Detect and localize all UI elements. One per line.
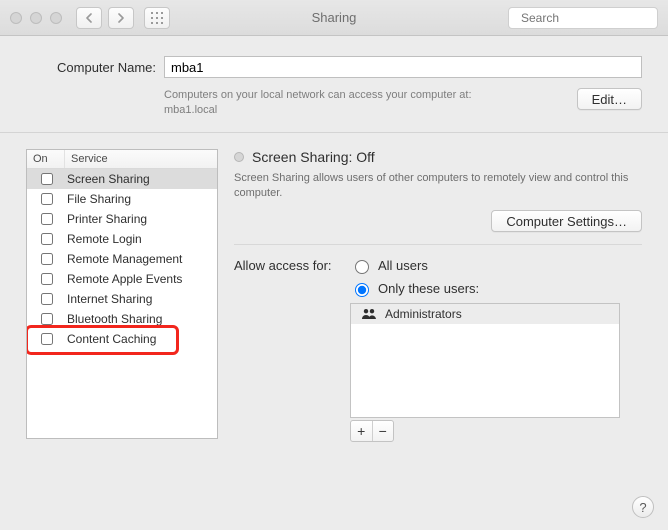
computer-name-help-text: Computers on your local network can acce… xyxy=(164,88,472,118)
service-row[interactable]: Remote Login xyxy=(27,229,217,249)
service-row[interactable]: Bluetooth Sharing xyxy=(27,309,217,329)
service-checkbox[interactable] xyxy=(41,193,53,205)
service-checkbox[interactable] xyxy=(41,253,53,265)
service-checkbox-cell xyxy=(27,190,65,208)
computer-name-sub-row: Computers on your local network can acce… xyxy=(26,88,642,118)
service-checkbox[interactable] xyxy=(41,313,53,325)
computer-name-row: Computer Name: xyxy=(26,56,642,78)
service-checkbox[interactable] xyxy=(41,293,53,305)
help-icon: ? xyxy=(639,500,646,515)
search-input[interactable] xyxy=(519,10,668,26)
help-button[interactable]: ? xyxy=(632,496,654,518)
divider-detail xyxy=(234,244,642,245)
service-checkbox[interactable] xyxy=(41,213,53,225)
search-field-wrap[interactable] xyxy=(508,7,658,29)
radio-all-users-input[interactable] xyxy=(355,260,369,274)
services-col-on: On xyxy=(27,150,65,168)
services-list: On Service Screen Sharing File Sharing Pri… xyxy=(26,149,218,439)
userlist-block: Administrators + − xyxy=(350,303,642,442)
radio-only-users[interactable]: Only these users: xyxy=(350,280,479,297)
services-col-service: Service xyxy=(65,150,217,168)
access-radio-group: All users Only these users: xyxy=(350,257,479,297)
add-user-button[interactable]: + xyxy=(351,421,373,441)
access-label: Allow access for: xyxy=(234,257,344,273)
lower-pane: On Service Screen Sharing File Sharing Pri… xyxy=(26,133,642,530)
preferences-window: Sharing Computer Name: Computers on your… xyxy=(0,0,668,530)
traffic-lights xyxy=(10,12,62,24)
service-checkbox-cell xyxy=(27,230,65,248)
computer-name-help-line1: Computers on your local network can acce… xyxy=(164,89,472,101)
service-row[interactable]: Screen Sharing xyxy=(27,169,217,189)
service-checkbox-cell xyxy=(27,310,65,328)
service-row[interactable]: Remote Management xyxy=(27,249,217,269)
close-window-button[interactable] xyxy=(10,12,22,24)
zoom-window-button[interactable] xyxy=(50,12,62,24)
service-row[interactable]: File Sharing xyxy=(27,189,217,209)
user-row[interactable]: Administrators xyxy=(351,304,619,324)
service-checkbox[interactable] xyxy=(41,273,53,285)
minimize-window-button[interactable] xyxy=(30,12,42,24)
service-label: Remote Management xyxy=(65,252,217,266)
forward-button[interactable] xyxy=(108,7,134,29)
service-checkbox[interactable] xyxy=(41,333,53,345)
status-row: Screen Sharing: Off xyxy=(234,149,642,165)
access-row: Allow access for: All users Only these u… xyxy=(234,257,642,297)
service-label: Content Caching xyxy=(65,332,217,346)
grid-icon xyxy=(151,12,163,24)
service-row[interactable]: Content Caching xyxy=(27,329,217,349)
service-label: Bluetooth Sharing xyxy=(65,312,217,326)
chevron-left-icon xyxy=(85,13,93,23)
radio-only-users-label: Only these users: xyxy=(378,281,479,296)
edit-hostname-wrap: Edit… xyxy=(577,88,642,110)
service-row[interactable]: Remote Apple Events xyxy=(27,269,217,289)
service-checkbox-cell xyxy=(27,270,65,288)
service-checkbox-cell xyxy=(27,210,65,228)
status-led-icon xyxy=(234,152,244,162)
service-label: Remote Apple Events xyxy=(65,272,217,286)
back-button[interactable] xyxy=(76,7,102,29)
service-checkbox-cell xyxy=(27,330,65,348)
titlebar: Sharing xyxy=(0,0,668,36)
user-name: Administrators xyxy=(385,307,462,321)
remove-user-button[interactable]: − xyxy=(373,421,394,441)
services-body[interactable]: Screen Sharing File Sharing Printer Sharin… xyxy=(27,169,217,438)
service-detail: Screen Sharing: Off Screen Sharing allow… xyxy=(234,149,642,530)
service-label: Remote Login xyxy=(65,232,217,246)
allowed-users-list[interactable]: Administrators xyxy=(350,303,620,418)
toolbar-nav xyxy=(76,7,170,29)
radio-only-users-input[interactable] xyxy=(355,283,369,297)
show-all-button[interactable] xyxy=(144,7,170,29)
people-icon xyxy=(361,308,377,320)
service-checkbox[interactable] xyxy=(41,233,53,245)
computer-name-hostname: mba1.local xyxy=(164,104,217,116)
chevron-right-icon xyxy=(117,13,125,23)
computer-name-label: Computer Name: xyxy=(26,60,156,75)
service-label: Printer Sharing xyxy=(65,212,217,226)
service-label: Screen Sharing xyxy=(65,172,217,186)
service-checkbox-cell xyxy=(27,170,65,188)
status-description: Screen Sharing allows users of other com… xyxy=(234,171,642,201)
computer-settings-button[interactable]: Computer Settings… xyxy=(491,210,642,232)
edit-hostname-button[interactable]: Edit… xyxy=(577,88,642,110)
radio-all-users-label: All users xyxy=(378,258,428,273)
service-row[interactable]: Printer Sharing xyxy=(27,209,217,229)
computer-name-input[interactable] xyxy=(164,56,642,78)
service-checkbox-cell xyxy=(27,290,65,308)
service-checkbox[interactable] xyxy=(41,173,53,185)
radio-all-users[interactable]: All users xyxy=(350,257,479,274)
services-header: On Service xyxy=(27,150,217,169)
add-remove-segment: + − xyxy=(350,420,394,442)
service-label: Internet Sharing xyxy=(65,292,217,306)
service-label: File Sharing xyxy=(65,192,217,206)
content-area: Computer Name: Computers on your local n… xyxy=(0,36,668,530)
computer-settings-row: Computer Settings… xyxy=(234,210,642,232)
service-checkbox-cell xyxy=(27,250,65,268)
status-title: Screen Sharing: Off xyxy=(252,149,375,165)
service-row[interactable]: Internet Sharing xyxy=(27,289,217,309)
